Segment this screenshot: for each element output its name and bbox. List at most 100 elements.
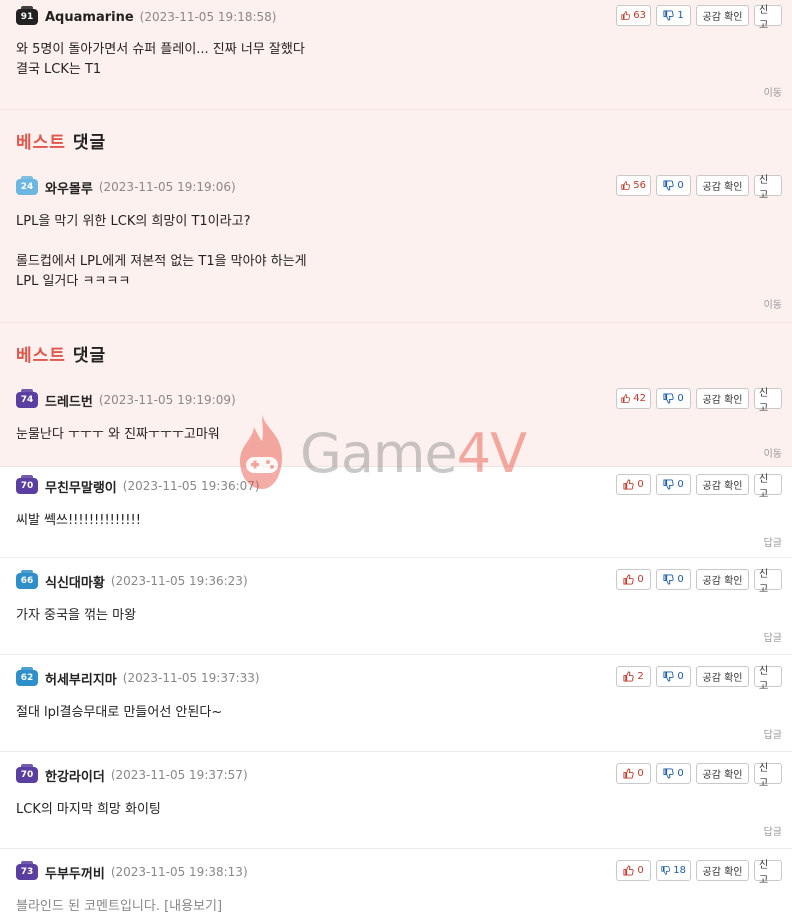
empathy-check-button[interactable]: 공감 확인 [696,175,749,196]
dislike-button[interactable]: 0 [656,388,691,409]
level-badge: 70 [16,475,38,494]
like-button[interactable]: 2 [616,666,651,687]
best-label: 베스트 [16,133,66,153]
comment-date: (2023-11-05 19:36:23) [110,574,248,588]
level-badge: 66 [16,570,38,589]
nickname[interactable]: 식신대마황 [45,572,105,591]
empathy-check-button[interactable]: 공감 확인 [696,388,749,409]
move-link[interactable]: 이동 [764,84,782,99]
like-button[interactable]: 0 [616,763,651,784]
dislike-button[interactable]: 0 [656,474,691,495]
move-link[interactable]: 이동 [764,445,782,460]
comment-header: 70 무친무말랭이 (2023-11-05 19:36:07) [16,475,260,497]
thumbs-up-icon [623,671,634,682]
nickname[interactable]: 드레드번 [45,391,93,410]
reply-link[interactable]: 답글 [764,629,782,644]
comment-actions: 42 0 공감 확인 신고 [616,388,782,414]
blinded-comment-link[interactable]: 블라인드 된 코멘트입니다. [내용보기] [16,897,222,917]
comment-actions: 63 1 공감 확인 신고 [616,5,782,31]
report-button[interactable]: 신고 [754,860,782,886]
comment-date: (2023-11-05 19:36:07) [122,479,260,493]
comment-item: 73 두부두꺼비 (2023-11-05 19:38:13) 0 18 공감 확… [0,849,792,919]
comment-item: 91 Aquamarine (2023-11-05 19:18:58) 63 1… [0,0,792,110]
empathy-check-button[interactable]: 공감 확인 [696,763,749,784]
comment-actions: 0 0 공감 확인 신고 [616,763,782,789]
comment-body: 와 5명이 돌아가면서 슈퍼 플레이... 진짜 너무 잘했다 결국 LCK는 … [16,42,305,77]
like-button[interactable]: 0 [616,474,651,495]
report-button[interactable]: 신고 [754,763,782,789]
thumbs-up-icon [623,768,634,779]
dislike-count: 0 [677,574,684,585]
comment-item: 베스트 댓글 24 와우몰루 (2023-11-05 19:19:06) 56 … [0,110,792,323]
comment-label: 댓글 [72,346,107,366]
dislike-button[interactable]: 0 [656,175,691,196]
comment-body: 눈물난다 ㅜㅜㅜ 와 진짜ㅜㅜㅜ고마워 [16,427,220,442]
comment-date: (2023-11-05 19:19:09) [98,393,236,407]
like-button[interactable]: 56 [616,175,651,196]
report-button[interactable]: 신고 [754,474,782,500]
comment-header: 74 드레드번 (2023-11-05 19:19:09) [16,389,236,411]
report-button[interactable]: 신고 [754,569,782,595]
thumbs-down-icon [663,768,674,779]
dislike-button[interactable]: 18 [656,860,691,881]
nickname[interactable]: 무친무말랭이 [45,477,117,496]
comment-header: 24 와우몰루 (2023-11-05 19:19:06) [16,176,236,198]
thumbs-down-icon [663,479,674,490]
comment-actions: 2 0 공감 확인 신고 [616,666,782,692]
thumbs-down-icon [663,180,674,191]
like-count: 2 [637,671,644,682]
comment-date: (2023-11-05 19:19:06) [98,180,236,194]
thumbs-up-icon [621,394,630,403]
nickname[interactable]: 두부두꺼비 [45,863,105,882]
best-label: 베스트 [16,346,66,366]
thumbs-down-icon [661,866,670,875]
level-badge: 74 [16,389,38,408]
comment-date: (2023-11-05 19:37:57) [110,768,248,782]
report-button[interactable]: 신고 [754,175,782,201]
report-button[interactable]: 신고 [754,5,782,31]
like-button[interactable]: 63 [616,5,651,26]
nickname[interactable]: Aquamarine [45,10,134,25]
dislike-button[interactable]: 0 [656,763,691,784]
dislike-button[interactable]: 0 [656,666,691,687]
dislike-button[interactable]: 0 [656,569,691,590]
comment-actions: 0 0 공감 확인 신고 [616,474,782,500]
comment-body: LPL을 막기 위한 LCK의 희망이 T1이라고? 롤드컵에서 LPL에게 져… [16,214,307,289]
like-button[interactable]: 42 [616,388,651,409]
comment-header: 66 식신대마황 (2023-11-05 19:36:23) [16,570,248,592]
comment-header: 73 두부두꺼비 (2023-11-05 19:38:13) [16,861,248,883]
thumbs-down-icon [663,10,674,21]
dislike-count: 1 [677,10,684,21]
empathy-check-button[interactable]: 공감 확인 [696,5,749,26]
dislike-button[interactable]: 1 [656,5,691,26]
comment-actions: 56 0 공감 확인 신고 [616,175,782,201]
report-button[interactable]: 신고 [754,388,782,414]
empathy-check-button[interactable]: 공감 확인 [696,569,749,590]
thumbs-down-icon [663,393,674,404]
dislike-count: 0 [677,671,684,682]
nickname[interactable]: 허세부리지마 [45,669,117,688]
comment-actions: 0 0 공감 확인 신고 [616,569,782,595]
nickname[interactable]: 한강라이더 [45,766,105,785]
comment-item: 70 무친무말랭이 (2023-11-05 19:36:07) 0 0 공감 확… [0,467,792,558]
like-button[interactable]: 0 [616,569,651,590]
move-link[interactable]: 이동 [764,296,782,311]
reply-link[interactable]: 답글 [764,534,782,549]
reply-link[interactable]: 답글 [764,726,782,741]
like-button[interactable]: 0 [616,860,651,881]
nickname[interactable]: 와우몰루 [45,178,93,197]
comment-header: 91 Aquamarine (2023-11-05 19:18:58) [16,6,276,28]
reply-link[interactable]: 답글 [764,823,782,838]
empathy-check-button[interactable]: 공감 확인 [696,666,749,687]
thumbs-up-icon [621,181,630,190]
level-badge: 62 [16,667,38,686]
like-count: 56 [633,180,646,191]
report-button[interactable]: 신고 [754,666,782,692]
comment-body: 씨발 쎅쓰!!!!!!!!!!!!!! [16,513,141,528]
like-count: 0 [637,574,644,585]
dislike-count: 0 [677,768,684,779]
empathy-check-button[interactable]: 공감 확인 [696,860,749,881]
like-count: 0 [637,768,644,779]
empathy-check-button[interactable]: 공감 확인 [696,474,749,495]
thumbs-down-icon [663,671,674,682]
